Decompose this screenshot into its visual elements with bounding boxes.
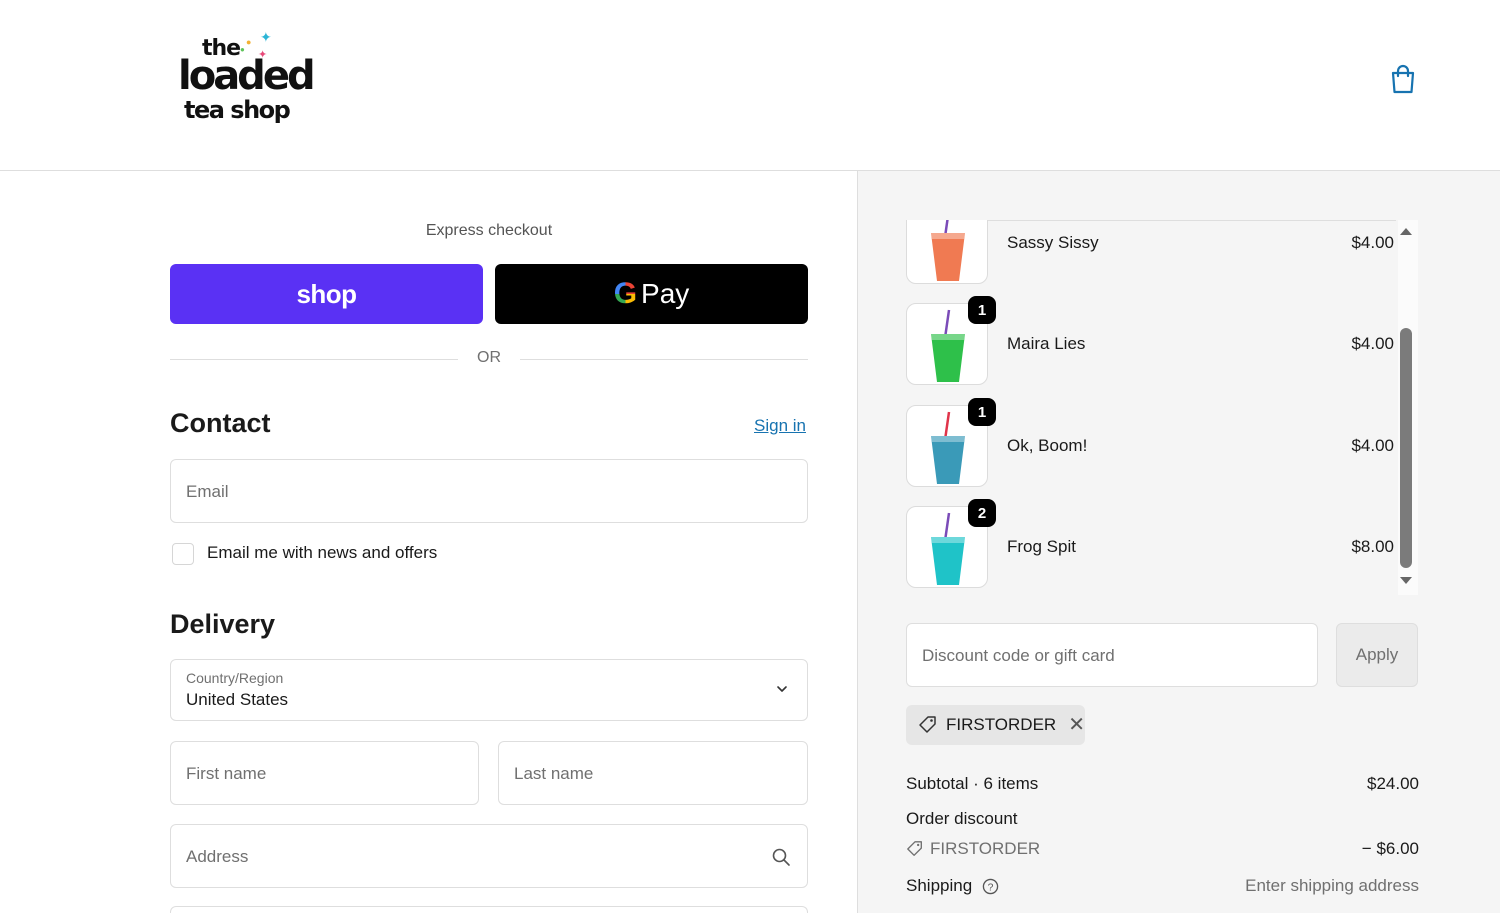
logo-text-tea-shop: tea shop — [184, 96, 291, 124]
line-item: 1 Ok, Boom! $4.00 — [906, 398, 1396, 489]
address-field[interactable]: Address — [170, 824, 808, 888]
order-discount-row: Order discount — [906, 809, 1419, 829]
scroll-up-icon[interactable] — [1400, 228, 1412, 235]
subtotal-value: $24.00 — [1367, 774, 1419, 793]
quantity-badge: 2 — [968, 499, 996, 527]
newsletter-label: Email me with news and offers — [207, 543, 438, 562]
line-items-scrollbar[interactable] — [1398, 220, 1418, 595]
item-price: $8.00 — [1351, 537, 1394, 556]
quantity-badge: 1 — [968, 296, 996, 324]
first-name-field[interactable]: First name — [170, 741, 479, 805]
sparkle-icon: ✦ — [260, 29, 272, 45]
item-price: $4.00 — [1351, 233, 1394, 252]
scroll-thumb[interactable] — [1400, 328, 1412, 568]
item-price: $4.00 — [1351, 334, 1394, 353]
help-circle-icon[interactable]: ? — [982, 878, 999, 895]
sign-in-link[interactable]: Sign in — [754, 416, 806, 436]
item-name: Maira Lies — [1007, 334, 1086, 353]
contact-heading: Contact — [170, 408, 271, 438]
order-discount-label: Order discount — [906, 809, 1018, 828]
address-placeholder: Address — [186, 847, 249, 866]
last-name-field[interactable]: Last name — [498, 741, 808, 805]
email-field[interactable]: Email — [170, 459, 808, 523]
first-name-placeholder: First name — [186, 764, 267, 783]
apartment-field[interactable] — [170, 906, 808, 913]
quantity-badge: 1 — [968, 398, 996, 426]
tag-icon — [919, 716, 936, 733]
cart-button[interactable] — [1388, 63, 1418, 95]
item-price: $4.00 — [1351, 436, 1394, 455]
item-name: Sassy Sissy — [1007, 233, 1099, 252]
line-item: 1 Maira Lies $4.00 — [906, 296, 1396, 387]
google-g-icon: G — [613, 277, 638, 310]
subtotal-label: Subtotal · 6 items — [906, 774, 1039, 793]
delivery-heading: Delivery — [170, 609, 276, 639]
discount-code-field[interactable]: Discount code or gift card — [906, 623, 1318, 687]
shop-pay-label: shop — [296, 278, 357, 309]
shipping-label: Shipping — [906, 876, 973, 895]
country-select[interactable]: Country/Region United States — [170, 659, 808, 721]
google-pay-button[interactable]: G Pay — [495, 264, 808, 324]
tag-icon — [907, 841, 922, 856]
product-thumbnail — [906, 220, 988, 284]
sparkle-icon: ● — [246, 37, 252, 47]
header: ✦ ● ✦ ● the loaded tea shop — [0, 0, 1500, 171]
line-item: Sassy Sissy $4.00 — [906, 220, 1396, 286]
shopping-bag-icon — [1391, 64, 1415, 94]
applied-discount-chip: FIRSTORDER ✕ — [906, 705, 1085, 745]
last-name-placeholder: Last name — [514, 764, 594, 783]
newsletter-checkbox[interactable] — [172, 543, 194, 565]
country-label: Country/Region — [186, 670, 284, 686]
line-item: 2 Frog Spit $8.00 — [906, 499, 1396, 590]
apply-discount-button[interactable]: Apply — [1336, 623, 1418, 687]
divider-right — [520, 359, 808, 360]
product-thumbnail: 2 — [906, 499, 996, 588]
discount-value: − $6.00 — [1361, 839, 1419, 858]
email-placeholder: Email — [186, 482, 229, 501]
scroll-down-icon[interactable] — [1400, 577, 1412, 584]
search-icon — [772, 848, 790, 866]
shipping-value: Enter shipping address — [1245, 876, 1419, 895]
chevron-down-icon — [777, 686, 787, 692]
subtotal-row: Subtotal · 6 items $24.00 — [906, 774, 1419, 794]
country-value: United States — [186, 690, 289, 709]
express-checkout-title: Express checkout — [425, 222, 553, 239]
logo-text-loaded: loaded — [178, 53, 316, 99]
discount-code-label: FIRSTORDER — [930, 839, 1041, 858]
store-logo[interactable]: ✦ ● ✦ ● the loaded tea shop — [176, 29, 316, 130]
divider-left — [170, 359, 458, 360]
discount-placeholder: Discount code or gift card — [922, 646, 1115, 665]
shop-pay-button[interactable]: shop — [170, 264, 483, 324]
drink-cup-icon — [931, 220, 965, 281]
product-thumbnail: 1 — [906, 398, 996, 487]
line-items-list[interactable]: Sassy Sissy $4.00 1 Maira Lies $4.00 1 Ok, Boo… — [906, 220, 1396, 595]
applied-discount-code: FIRSTORDER — [946, 715, 1057, 734]
or-divider-text: OR — [477, 349, 501, 366]
shipping-row: Shipping ? Enter shipping address — [906, 876, 1419, 896]
google-pay-label: Pay — [641, 278, 690, 309]
product-thumbnail: 1 — [906, 296, 996, 385]
item-name: Ok, Boom! — [1007, 436, 1088, 455]
svg-text:?: ? — [988, 882, 994, 893]
item-name: Frog Spit — [1007, 537, 1076, 556]
remove-discount-icon[interactable]: ✕ — [1068, 715, 1085, 735]
